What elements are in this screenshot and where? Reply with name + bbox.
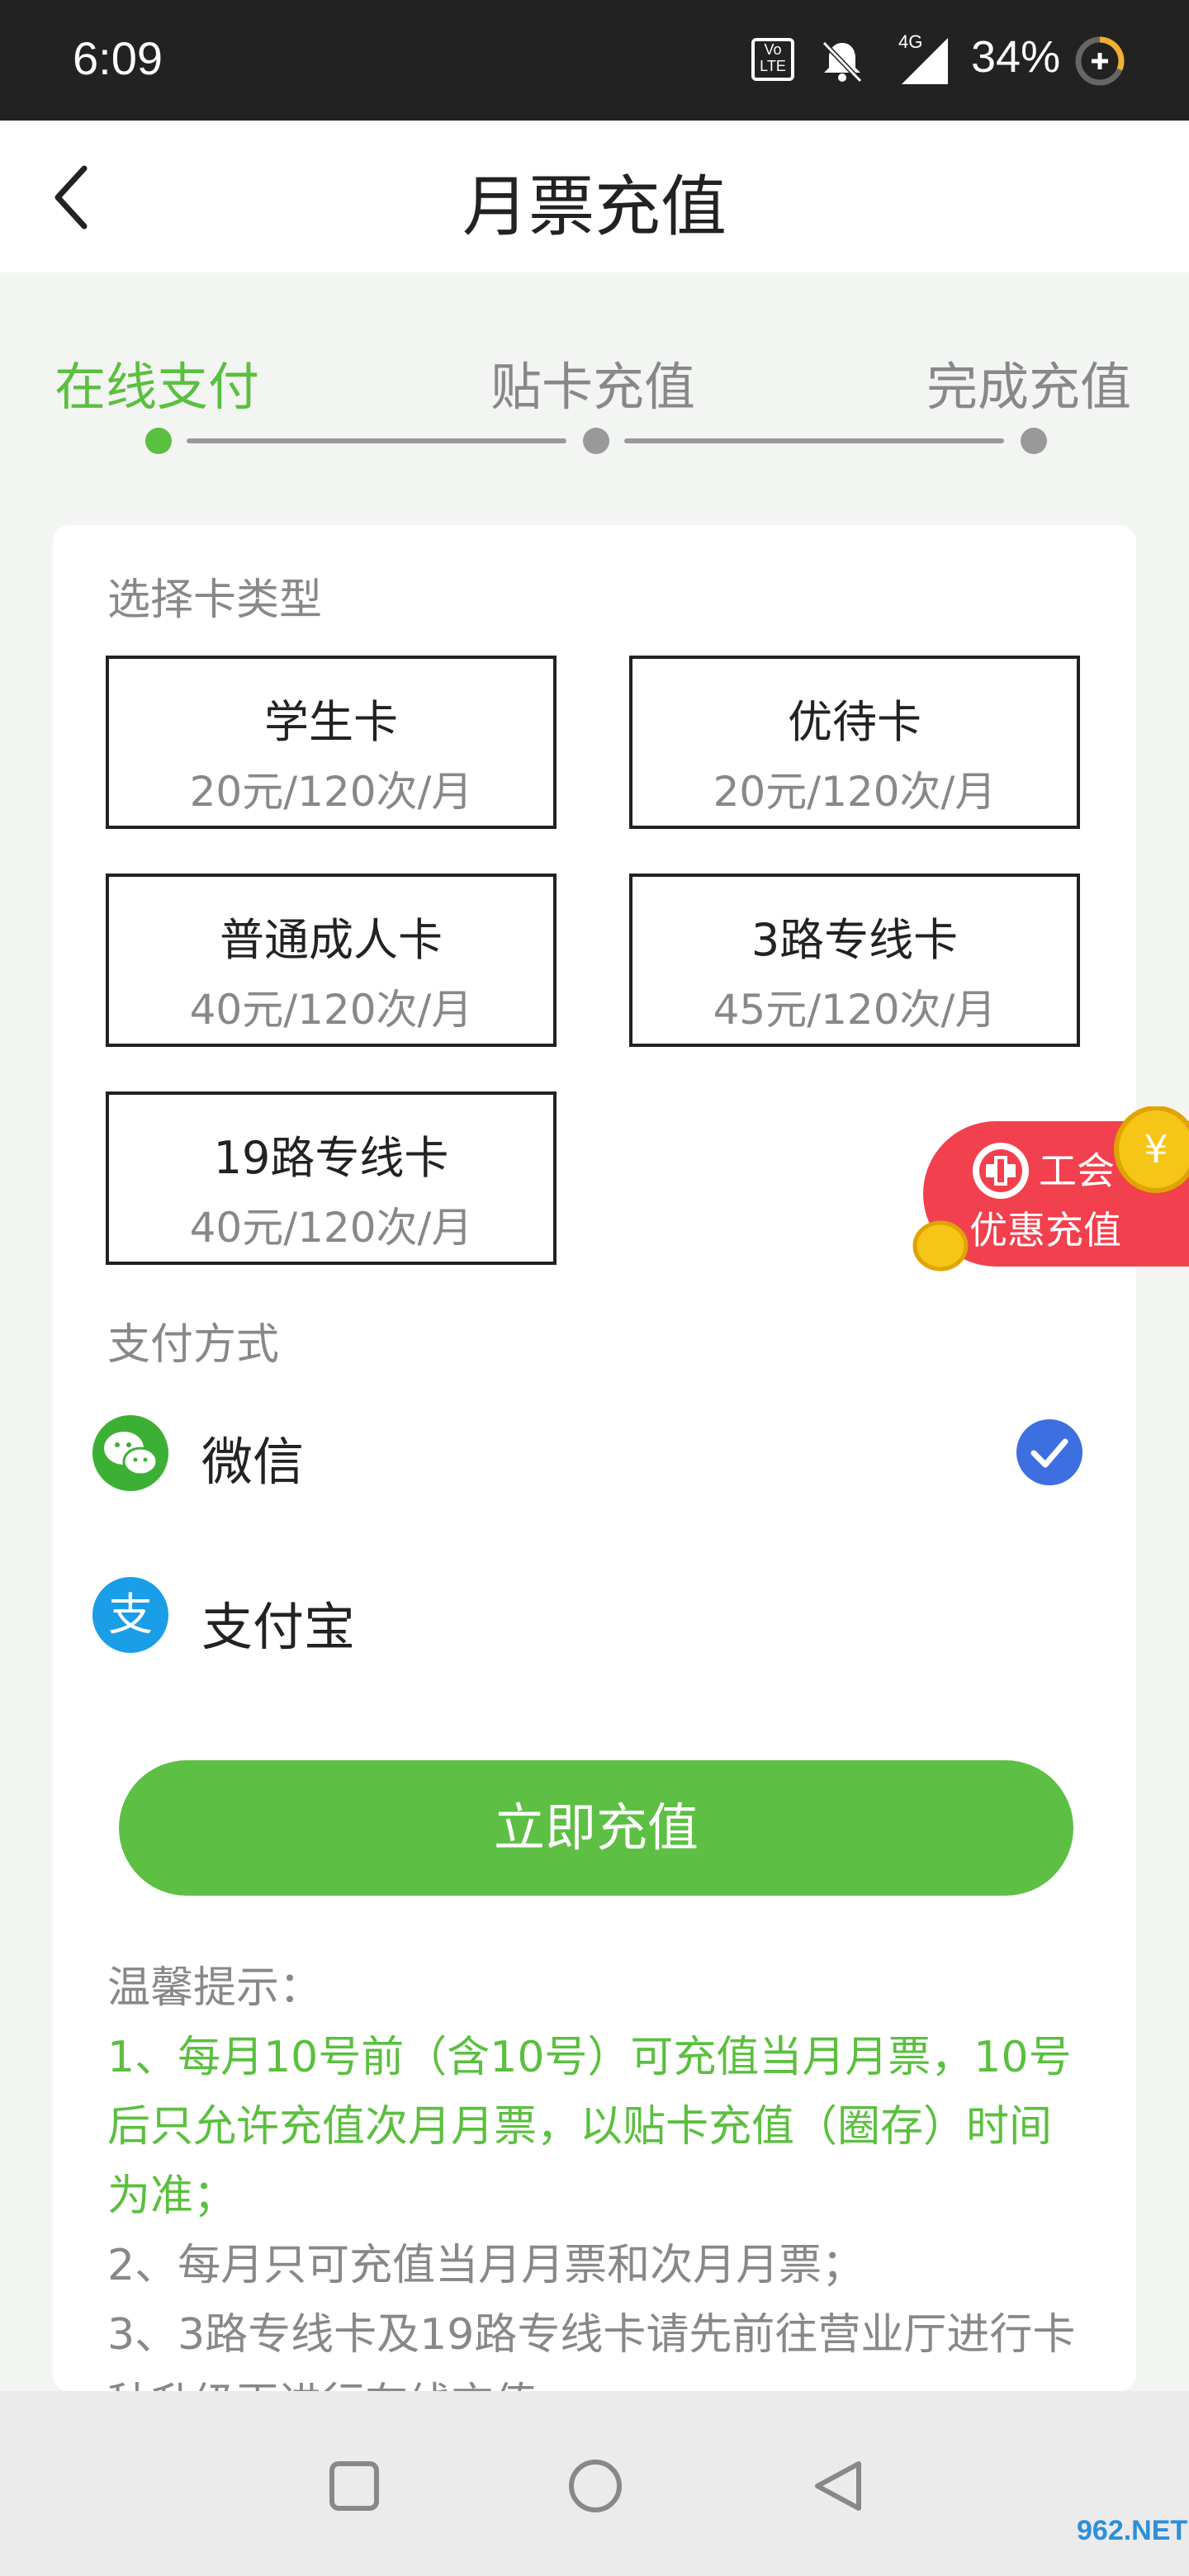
app-header: 月票充值 [0, 121, 1189, 272]
status-time: 6:09 [73, 32, 163, 84]
svg-text:支: 支 [108, 1589, 153, 1641]
step-line-2 [624, 438, 1004, 443]
payment-method-label: 支付方式 [107, 1320, 280, 1370]
union-logo-icon [973, 1143, 1029, 1199]
card-option-price: 20元/120次/月 [713, 768, 997, 816]
signal-icon [902, 38, 948, 84]
recent-apps-icon[interactable] [327, 2459, 381, 2513]
watermark-logo: 962.NET [1077, 2515, 1188, 2546]
card-option-route3[interactable]: 3路专线卡 45元/120次/月 [629, 874, 1080, 1047]
alipay-icon: 支 [92, 1577, 168, 1653]
back-nav-icon[interactable] [811, 2459, 865, 2513]
step-complete: 完成充值 [926, 357, 1132, 417]
card-option-price: 45元/120次/月 [713, 986, 997, 1034]
volte-icon: Vo LTE [751, 38, 794, 81]
step-dot-2 [583, 428, 609, 454]
step-dot-3 [1021, 428, 1047, 454]
recharge-now-button[interactable]: 立即充值 [119, 1760, 1073, 1896]
step-card-recharge: 贴卡充值 [490, 357, 696, 417]
wechat-icon [92, 1415, 168, 1491]
tip-item-3: 3、3路专线卡及19路专线卡请先前往营业厅进行卡种升级再进行在线充值。 [107, 2310, 1076, 2391]
payment-name: 支付宝 [201, 1597, 356, 1657]
promo-line-2: 优惠充值 [969, 1208, 1121, 1252]
tips-title: 温馨提示： [107, 1963, 323, 2013]
gold-coin-icon: ¥ [1114, 1106, 1189, 1193]
card-option-price: 40元/120次/月 [189, 986, 473, 1034]
small-coin-icon [912, 1220, 969, 1271]
tip-item-1: 1、每月10号前（含10号）可充值当月月票，10号后只允许充值次月月票，以贴卡充… [107, 2033, 1072, 2221]
card-option-name: 学生卡 [264, 696, 398, 748]
page-title: 月票充值 [462, 168, 727, 245]
payment-option-alipay[interactable]: 支 支付宝 [91, 1570, 1098, 1661]
card-option-price: 40元/120次/月 [189, 1204, 473, 1252]
card-option-preferential[interactable]: 优待卡 20元/120次/月 [629, 656, 1080, 829]
card-option-name: 19路专线卡 [213, 1132, 449, 1184]
card-option-name: 优待卡 [788, 696, 921, 748]
system-nav-bar: 962.NET [0, 2391, 1189, 2576]
payment-option-wechat[interactable]: 微信 [91, 1405, 1098, 1496]
check-selected-icon[interactable] [1014, 1417, 1085, 1488]
card-option-adult[interactable]: 普通成人卡 40元/120次/月 [106, 874, 557, 1047]
svg-text:¥: ¥ [1144, 1127, 1168, 1172]
payment-name: 微信 [201, 1432, 305, 1492]
tip-item-2: 2、每月只可充值当月月票和次月月票； [107, 2241, 865, 2290]
card-option-student[interactable]: 学生卡 20元/120次/月 [106, 656, 557, 829]
card-option-name: 3路专线卡 [751, 914, 959, 966]
step-online-payment: 在线支付 [54, 357, 260, 417]
bell-muted-icon [822, 40, 863, 83]
step-dot-1 [145, 428, 172, 454]
home-icon[interactable] [566, 2457, 624, 2515]
card-option-name: 普通成人卡 [220, 914, 443, 966]
promo-line-1: 工会 [1039, 1148, 1115, 1193]
status-bar: 6:09 Vo LTE 4G 34% [0, 0, 1189, 121]
card-option-route19[interactable]: 19路专线卡 40元/120次/月 [106, 1091, 557, 1265]
card-type-label: 选择卡类型 [107, 575, 323, 625]
battery-icon [1075, 36, 1125, 86]
card-option-price: 20元/120次/月 [189, 768, 473, 816]
battery-percent: 34% [971, 32, 1061, 82]
step-line-1 [187, 438, 566, 443]
